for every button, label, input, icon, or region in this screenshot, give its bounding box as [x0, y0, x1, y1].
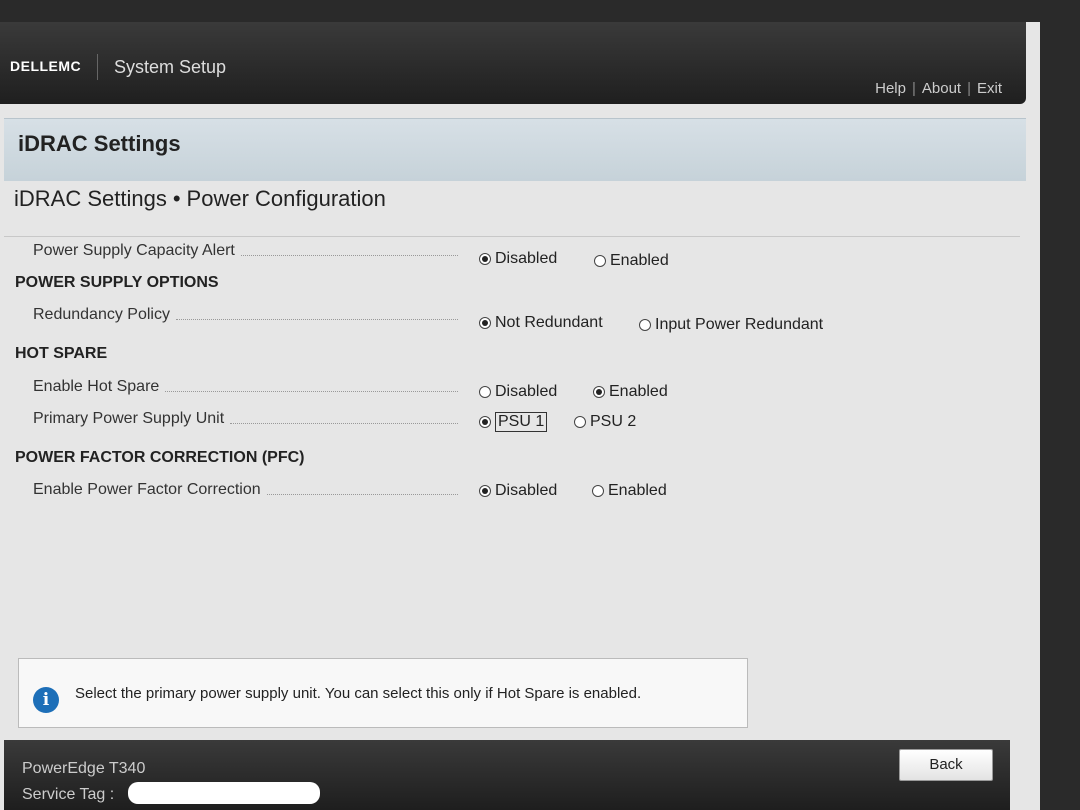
- hot-spare-disabled-option[interactable]: Disabled: [479, 383, 557, 401]
- capacity-alert-disabled-option[interactable]: Disabled: [479, 250, 557, 268]
- leader-dots: [165, 390, 458, 392]
- back-button[interactable]: Back: [899, 749, 993, 781]
- enable-pfc-label: Enable Power Factor Correction: [33, 481, 261, 498]
- link-separator: |: [911, 80, 916, 97]
- radio-selected-icon[interactable]: [479, 416, 491, 428]
- option-label: Not Redundant: [495, 314, 603, 331]
- help-link[interactable]: Help: [875, 80, 906, 97]
- power-supply-options-heading: POWER SUPPLY OPTIONS: [15, 274, 219, 291]
- option-label-focused: PSU 1: [495, 412, 548, 432]
- breadcrumb-separator: •: [172, 186, 181, 211]
- enable-hot-spare-label: Enable Hot Spare: [33, 378, 160, 395]
- redundancy-policy-row: Redundancy Policy: [33, 306, 458, 324]
- hot-spare-heading: HOT SPARE: [15, 345, 108, 362]
- enable-hot-spare-row: Enable Hot Spare: [33, 378, 458, 396]
- leader-dots: [230, 422, 458, 424]
- top-bar: DELLEMC System Setup Help | About | Exit: [0, 22, 1026, 104]
- breadcrumb-current: Power Configuration: [186, 186, 386, 211]
- app-title: System Setup: [114, 57, 227, 77]
- enable-pfc-row: Enable Power Factor Correction: [33, 481, 458, 499]
- redundancy-policy-label: Redundancy Policy: [33, 306, 170, 323]
- info-icon: i: [33, 687, 59, 713]
- option-label: PSU 2: [590, 413, 637, 430]
- radio-unselected-icon[interactable]: [479, 386, 491, 398]
- service-tag-redaction: [128, 782, 320, 804]
- option-label: Enabled: [609, 383, 668, 400]
- radio-unselected-icon[interactable]: [574, 416, 586, 428]
- primary-psu-row: Primary Power Supply Unit: [33, 410, 458, 428]
- pfc-heading: POWER FACTOR CORRECTION (PFC): [15, 449, 305, 466]
- system-model: PowerEdge T340: [22, 760, 146, 777]
- help-text: Select the primary power supply unit. Yo…: [75, 685, 642, 702]
- leader-dots: [240, 254, 458, 256]
- primary-psu-1-option[interactable]: PSU 1: [479, 412, 548, 432]
- brand-divider: [97, 54, 98, 80]
- option-label: Disabled: [495, 383, 558, 400]
- option-label: Enabled: [608, 482, 667, 499]
- redundancy-not-redundant-option[interactable]: Not Redundant: [479, 314, 603, 332]
- radio-unselected-icon[interactable]: [639, 319, 651, 331]
- page-title: iDRAC Settings: [18, 131, 181, 156]
- service-tag-label: Service Tag :: [22, 786, 115, 803]
- option-label: Input Power Redundant: [655, 316, 824, 333]
- top-links: Help | About | Exit: [875, 80, 1002, 97]
- pfc-disabled-option[interactable]: Disabled: [479, 482, 557, 500]
- radio-selected-icon[interactable]: [479, 253, 491, 265]
- breadcrumb: iDRAC Settings • Power Configuration: [14, 186, 386, 212]
- radio-selected-icon[interactable]: [479, 317, 491, 329]
- capacity-alert-row: Power Supply Capacity Alert: [33, 242, 458, 260]
- option-label: Disabled: [495, 250, 558, 267]
- redundancy-input-power-option[interactable]: Input Power Redundant: [639, 316, 823, 334]
- brand-logo: DELLEMC: [10, 58, 82, 74]
- option-label: Disabled: [495, 482, 558, 499]
- radio-selected-icon[interactable]: [593, 386, 605, 398]
- primary-psu-label: Primary Power Supply Unit: [33, 410, 225, 427]
- leader-dots: [175, 318, 458, 320]
- primary-psu-2-option[interactable]: PSU 2: [574, 413, 636, 431]
- exit-link[interactable]: Exit: [977, 80, 1002, 97]
- pfc-enabled-option[interactable]: Enabled: [592, 482, 667, 500]
- section-header: iDRAC Settings: [4, 118, 1026, 181]
- radio-selected-icon[interactable]: [479, 485, 491, 497]
- option-label: Enabled: [610, 252, 669, 269]
- capacity-alert-label: Power Supply Capacity Alert: [33, 242, 235, 259]
- link-separator: |: [967, 80, 971, 97]
- radio-unselected-icon[interactable]: [594, 255, 606, 267]
- leader-dots: [266, 493, 458, 495]
- about-link[interactable]: About: [922, 80, 961, 97]
- radio-unselected-icon[interactable]: [592, 485, 604, 497]
- content-divider: [4, 236, 1020, 237]
- breadcrumb-parent: iDRAC Settings: [14, 186, 167, 211]
- footer-bar: PowerEdge T340 Service Tag : Back: [4, 740, 1010, 810]
- hot-spare-enabled-option[interactable]: Enabled: [593, 383, 668, 401]
- capacity-alert-enabled-option[interactable]: Enabled: [594, 252, 669, 270]
- help-message-box: i Select the primary power supply unit. …: [18, 658, 748, 728]
